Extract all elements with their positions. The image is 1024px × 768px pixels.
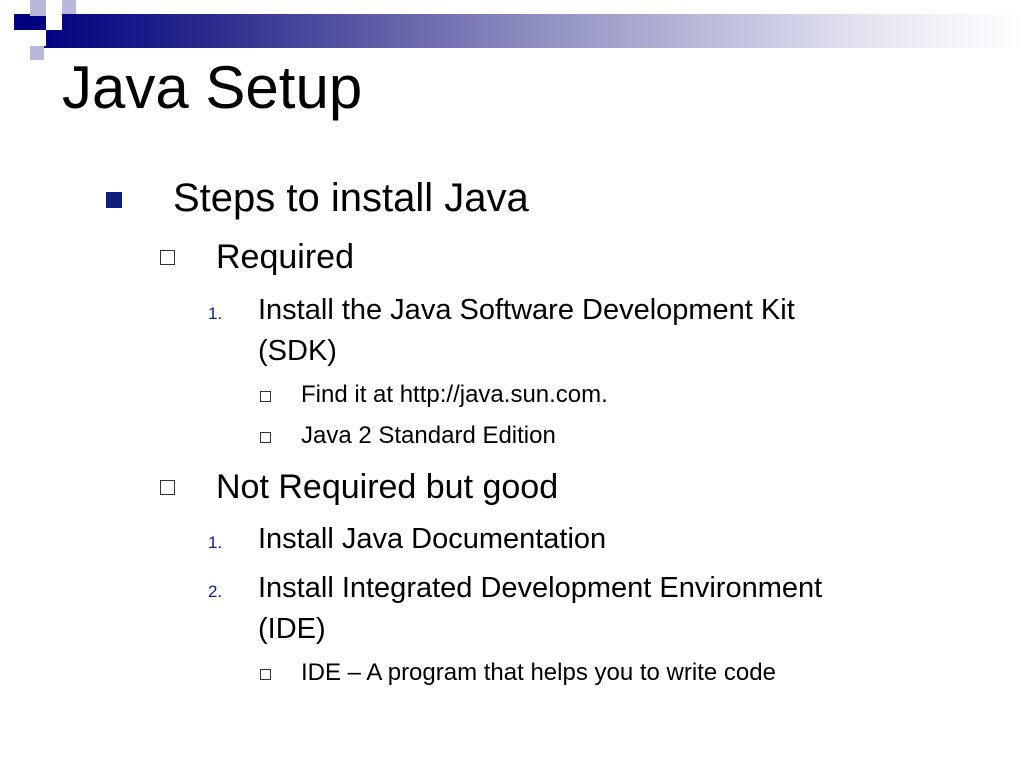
bullet-item: Not Required but good	[150, 467, 1000, 507]
bullet-item: Steps to install Java	[100, 175, 1000, 221]
numbered-item: 1. Install the Java Software Development…	[200, 290, 1000, 370]
numbered-text-line: Install Java Documentation	[258, 523, 607, 555]
bullet-item: Find it at http://java.sun.com.	[250, 380, 1000, 410]
bullet-item: Java 2 Standard Edition	[250, 421, 1000, 451]
header-square-light	[30, 0, 46, 16]
header-square-white	[46, 14, 62, 30]
numbered-text-line: Install Integrated Development Environme…	[258, 572, 823, 604]
hollow-square-icon	[160, 480, 175, 495]
numbered-item: 2. Install Integrated Development Enviro…	[200, 568, 1000, 648]
slide: Java Setup Steps to install Java Require…	[0, 0, 1024, 768]
hollow-square-icon	[260, 432, 271, 443]
header-square-dark	[14, 14, 30, 30]
header-square-white	[30, 30, 46, 46]
list-number: 1.	[208, 304, 223, 323]
bullet-text: Required	[216, 238, 354, 276]
slide-title: Java Setup	[62, 54, 363, 121]
hollow-square-icon	[160, 250, 175, 265]
numbered-item: 1. Install Java Documentation	[200, 519, 1000, 559]
bullet-text: IDE – A program that helps you to write …	[301, 659, 776, 686]
hollow-square-icon	[260, 391, 271, 402]
bullet-text: Java 2 Standard Edition	[301, 422, 556, 449]
square-bullet-icon	[106, 192, 122, 208]
bullet-item: IDE – A program that helps you to write …	[250, 658, 1000, 688]
header-gradient-bar	[30, 14, 1024, 48]
list-number: 1.	[208, 533, 223, 552]
numbered-text-line: Install the Java Software Development Ki…	[258, 294, 795, 326]
list-number: 2.	[208, 582, 223, 601]
numbered-text-line: (IDE)	[258, 613, 326, 645]
bullet-text: Steps to install Java	[173, 176, 529, 220]
bullet-text: Find it at http://java.sun.com.	[301, 381, 608, 408]
header-square-light	[62, 0, 76, 14]
hollow-square-icon	[260, 669, 271, 680]
header-square-light	[30, 46, 44, 60]
bullet-item: Required	[150, 237, 1000, 277]
numbered-text-line: (SDK)	[258, 335, 337, 367]
bullet-text: Not Required but good	[216, 468, 559, 506]
